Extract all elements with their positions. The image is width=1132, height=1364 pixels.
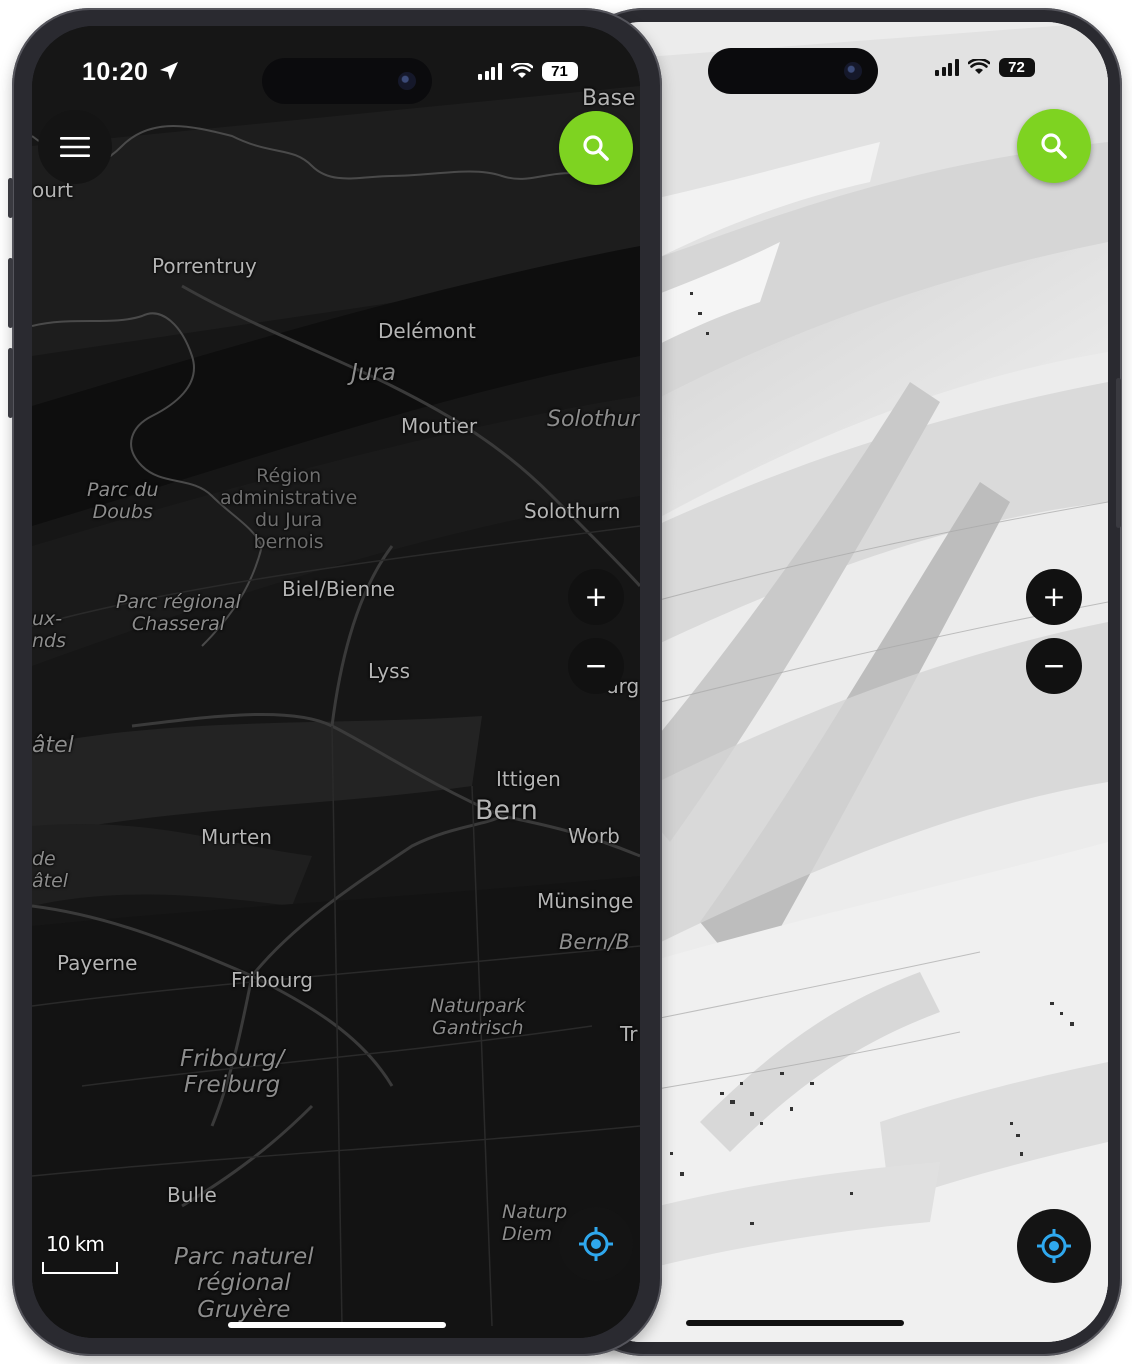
- action-button: [8, 178, 13, 218]
- area-label: Naturpark Gantrisch: [430, 995, 526, 1039]
- crosshair-locate-icon: [1037, 1229, 1071, 1263]
- area-label: Parc du Doubs: [87, 479, 159, 523]
- locate-me-button[interactable]: [559, 1207, 633, 1281]
- battery-indicator: 71: [541, 62, 578, 81]
- town-label: Porrentruy: [152, 254, 257, 278]
- dark-map-screen[interactable]: 10:20 71 Base ourt Porrentruy Delémont M…: [32, 26, 640, 1338]
- home-indicator[interactable]: [228, 1322, 446, 1328]
- town-label: Murten: [201, 825, 272, 849]
- wifi-icon: [510, 63, 533, 78]
- crosshair-locate-icon: [579, 1227, 613, 1261]
- cellular-signal-icon: [478, 63, 502, 80]
- status-icons: 72: [935, 58, 1035, 77]
- town-label: Biel/Bienne: [282, 577, 396, 601]
- area-label: Parc naturel régional Gruyère: [174, 1244, 314, 1323]
- town-label: Lyss: [368, 659, 410, 683]
- hamburger-menu-icon: [60, 137, 90, 157]
- area-label: Parc régional Chasseral: [116, 591, 241, 635]
- area-label: âtel: [32, 733, 74, 758]
- dynamic-island: [262, 58, 432, 104]
- town-label: Ittigen: [496, 767, 561, 791]
- area-label: Bern/B: [559, 930, 630, 954]
- front-camera: [398, 72, 416, 90]
- zoom-out-button[interactable]: −: [1026, 638, 1082, 694]
- town-label: Bulle: [167, 1183, 217, 1207]
- town-label: Moutier: [401, 414, 478, 438]
- status-icons: 71: [478, 62, 578, 81]
- search-icon: [1041, 133, 1067, 159]
- menu-button[interactable]: [38, 110, 112, 184]
- zoom-out-button[interactable]: −: [568, 638, 624, 694]
- area-label: ux- nds: [32, 608, 67, 652]
- area-label: Région administrative du Jura bernois: [220, 465, 358, 553]
- area-label: Naturp Diem: [502, 1201, 568, 1245]
- location-arrow-icon: [160, 62, 178, 80]
- map-scale-label: 10 km: [46, 1232, 105, 1256]
- town-label: Bern: [475, 795, 538, 826]
- front-camera: [844, 62, 862, 80]
- home-indicator[interactable]: [686, 1320, 904, 1326]
- wifi-icon: [967, 59, 990, 74]
- area-label: Jura: [351, 360, 396, 386]
- volume-up-button: [8, 258, 13, 328]
- town-label: Münsinge: [537, 889, 634, 913]
- map-scale-bar: [42, 1262, 118, 1274]
- town-label: Fribourg: [231, 968, 314, 992]
- town-label: Tr: [620, 1022, 638, 1046]
- town-label: Payerne: [57, 951, 138, 975]
- dark-phone-frame: 10:20 71 Base ourt Porrentruy Delémont M…: [8, 8, 662, 1356]
- town-label: Worb: [568, 824, 620, 848]
- volume-down-button: [8, 348, 13, 418]
- dynamic-island: [708, 48, 878, 94]
- town-label: Base: [582, 86, 636, 111]
- search-button[interactable]: [559, 111, 633, 185]
- town-label: Solothurn: [524, 499, 621, 523]
- zoom-in-button[interactable]: +: [1026, 569, 1082, 625]
- side-button: [1116, 378, 1121, 528]
- dark-terrain-map[interactable]: [32, 26, 640, 1338]
- locate-me-button[interactable]: [1017, 1209, 1091, 1283]
- area-label: Fribourg/ Freiburg: [180, 1046, 285, 1099]
- zoom-in-button[interactable]: +: [568, 569, 624, 625]
- town-label: Delémont: [378, 319, 476, 343]
- status-time: 10:20: [82, 58, 149, 86]
- cellular-signal-icon: [935, 59, 959, 76]
- area-label: Solothur: [547, 407, 640, 432]
- search-icon: [583, 135, 609, 161]
- battery-indicator: 72: [998, 58, 1035, 77]
- area-label: de âtel: [32, 848, 69, 892]
- search-button[interactable]: [1017, 109, 1091, 183]
